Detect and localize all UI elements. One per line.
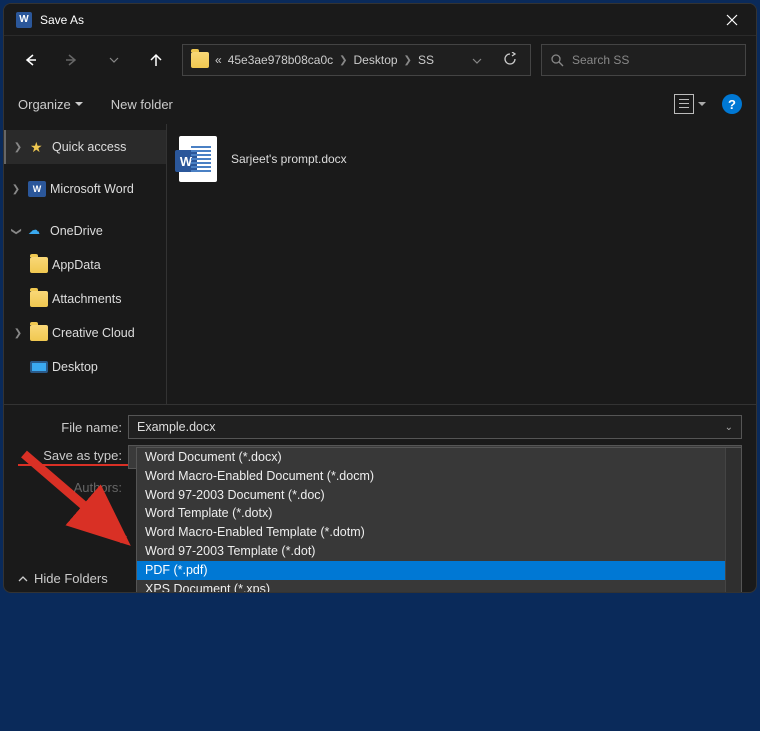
recent-button[interactable] — [98, 44, 130, 76]
sidebar-item-quick-access[interactable]: ❯ ★ Quick access — [4, 130, 166, 164]
star-icon: ★ — [30, 139, 48, 155]
crumb-prefix: « — [215, 53, 222, 67]
search-icon — [550, 53, 564, 67]
caret-down-icon — [698, 102, 706, 107]
crumb-root[interactable]: 45e3ae978b08ca0c — [228, 53, 333, 67]
navbar: « 45e3ae978b08ca0c ❯ Desktop ❯ SS Search… — [4, 36, 756, 84]
close-button[interactable] — [712, 4, 752, 36]
arrow-left-icon — [23, 53, 37, 67]
toolbar: Organize New folder ? — [4, 84, 756, 124]
view-button[interactable] — [674, 94, 706, 114]
dropdown-option[interactable]: Word 97-2003 Template (*.dot) — [137, 542, 741, 561]
crumb-current[interactable]: SS — [418, 53, 434, 67]
chevron-right-icon: ❯ — [339, 55, 347, 66]
sidebar-item-creative-cloud[interactable]: ❯ Creative Cloud — [4, 316, 166, 350]
chevron-up-icon — [18, 576, 28, 582]
refresh-button[interactable] — [498, 52, 522, 69]
scrollbar[interactable] — [725, 448, 741, 593]
titlebar: W Save As — [4, 4, 756, 36]
sidebar-item-attachments[interactable]: Attachments — [4, 282, 166, 316]
expand-icon[interactable]: ❯ — [10, 142, 26, 153]
back-button[interactable] — [14, 44, 46, 76]
sidebar-item-desktop[interactable]: Desktop — [4, 350, 166, 384]
dropdown-option[interactable]: Word Macro-Enabled Template (*.dotm) — [137, 523, 741, 542]
window-title: Save As — [40, 13, 712, 27]
monitor-icon — [30, 361, 48, 373]
arrow-right-icon — [65, 53, 79, 67]
expand-icon[interactable]: ❯ — [10, 328, 26, 339]
dropdown-option[interactable]: Word Document (*.docx) — [137, 448, 741, 467]
folder-icon — [191, 52, 209, 68]
dropdown-option[interactable]: Word Macro-Enabled Document (*.docm) — [137, 467, 741, 486]
arrow-up-icon — [149, 53, 163, 67]
save-as-dialog: W Save As « 45e3ae978b08ca0c ❯ Desktop ❯… — [3, 3, 757, 593]
file-item[interactable]: W Sarjeet's prompt.docx — [179, 136, 347, 182]
help-button[interactable]: ? — [722, 94, 742, 114]
dropdown-option[interactable]: Word 97-2003 Document (*.doc) — [137, 486, 741, 505]
search-input[interactable]: Search SS — [541, 44, 746, 76]
dropdown-option[interactable]: XPS Document (*.xps) — [137, 580, 741, 593]
docx-icon: W — [179, 136, 217, 182]
collapse-icon[interactable]: ❯ — [11, 223, 22, 239]
forward-button[interactable] — [56, 44, 88, 76]
file-pane[interactable]: W Sarjeet's prompt.docx — [167, 124, 756, 404]
refresh-icon — [503, 52, 517, 66]
chevron-down-icon — [472, 58, 482, 64]
folder-icon — [30, 325, 48, 341]
expand-icon[interactable]: ❯ — [8, 184, 24, 195]
crumb-desktop[interactable]: Desktop — [354, 53, 398, 67]
sidebar-item-appdata[interactable]: AppData — [4, 248, 166, 282]
new-folder-button[interactable]: New folder — [111, 97, 173, 112]
list-view-icon — [674, 94, 694, 114]
file-name-label: File name: — [18, 420, 128, 435]
up-button[interactable] — [140, 44, 172, 76]
save-as-type-label: Save as type: — [18, 448, 128, 466]
sidebar-item-onedrive[interactable]: ❯ ☁ OneDrive — [4, 214, 166, 248]
dropdown-option[interactable]: Word Template (*.dotx) — [137, 504, 741, 523]
dropdown-option[interactable]: PDF (*.pdf) — [137, 561, 741, 580]
folder-icon — [30, 257, 48, 273]
word-icon: W — [28, 181, 46, 197]
caret-down-icon — [75, 102, 83, 107]
chevron-down-icon[interactable]: ⌄ — [725, 422, 733, 433]
file-name: Sarjeet's prompt.docx — [231, 152, 347, 166]
cloud-icon: ☁ — [28, 223, 46, 239]
folder-icon — [30, 291, 48, 307]
chevron-down-icon — [109, 57, 119, 63]
address-bar[interactable]: « 45e3ae978b08ca0c ❯ Desktop ❯ SS — [182, 44, 531, 76]
organize-button[interactable]: Organize — [18, 97, 83, 112]
chevron-right-icon: ❯ — [404, 55, 412, 66]
sidebar: ❯ ★ Quick access ❯ W Microsoft Word ❯ ☁ … — [4, 124, 167, 404]
body: ❯ ★ Quick access ❯ W Microsoft Word ❯ ☁ … — [4, 124, 756, 404]
sidebar-item-word[interactable]: ❯ W Microsoft Word — [4, 172, 166, 206]
authors-label: Authors: — [18, 480, 128, 495]
word-app-icon: W — [16, 12, 32, 28]
file-name-input[interactable]: Example.docx ⌄ — [128, 415, 742, 439]
save-as-type-dropdown[interactable]: Word Document (*.docx)Word Macro-Enabled… — [136, 447, 742, 593]
history-dropdown[interactable] — [462, 53, 492, 67]
close-icon — [726, 14, 738, 26]
search-placeholder: Search SS — [572, 53, 629, 67]
file-name-row: File name: Example.docx ⌄ — [18, 413, 742, 441]
